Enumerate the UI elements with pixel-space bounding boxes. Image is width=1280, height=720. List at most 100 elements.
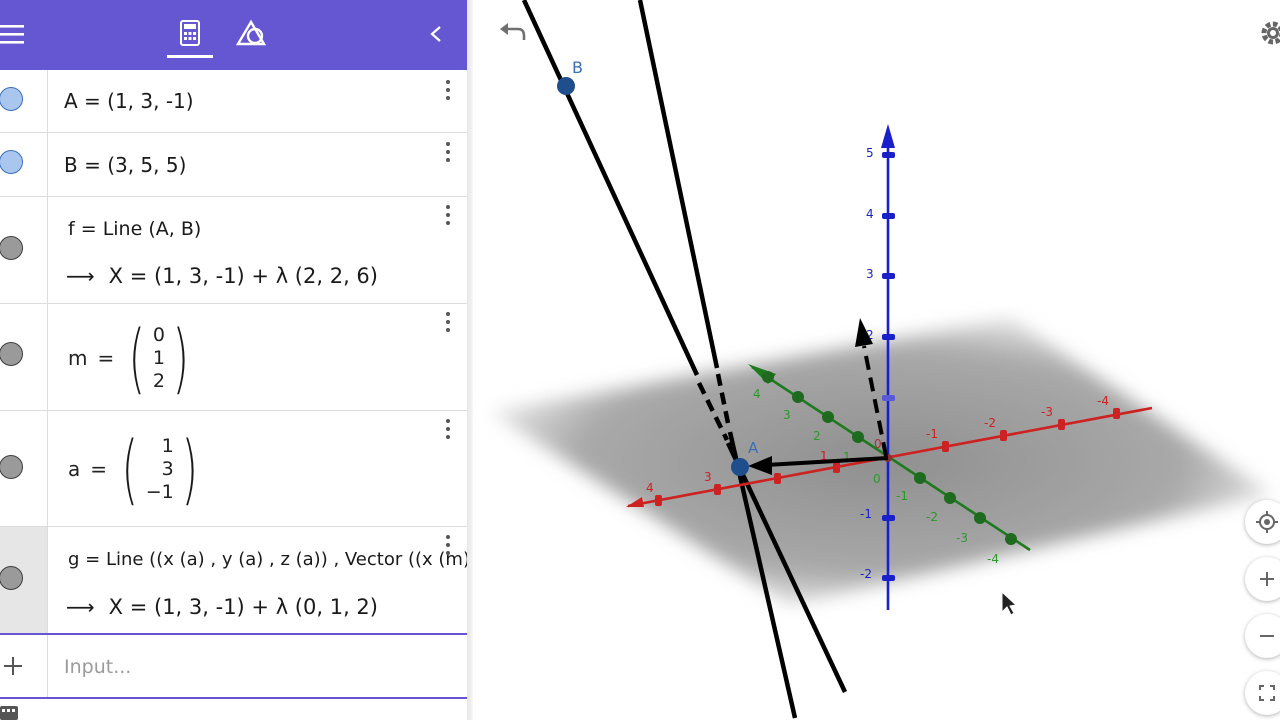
point-a[interactable] — [731, 458, 749, 476]
point-b[interactable] — [557, 77, 575, 95]
vector-m-expression[interactable]: m = ( 0 1 2 ) — [68, 320, 196, 396]
line-f[interactable] — [521, 0, 700, 376]
algebra-row-vector-a[interactable]: a = ( 1 3 −1 ) — [0, 411, 467, 527]
equals-sign: = — [90, 457, 108, 481]
vector-component: 3 — [161, 457, 174, 480]
vector-a-expression[interactable]: a = ( 1 3 −1 ) — [68, 431, 204, 507]
gear-icon[interactable] — [1258, 18, 1280, 48]
y-tick-label: -3 — [956, 531, 968, 545]
more-options-icon[interactable] — [441, 417, 455, 441]
undo-icon[interactable] — [498, 20, 528, 46]
point-a-label: A — [748, 439, 759, 457]
plus-icon[interactable] — [2, 655, 24, 677]
target-icon — [1256, 511, 1278, 533]
visibility-toggle[interactable] — [0, 566, 23, 590]
tools-icon[interactable] — [234, 14, 270, 54]
z-tick-label: -2 — [860, 567, 872, 581]
algebra-row-vector-m[interactable]: m = ( 0 1 2 ) — [0, 304, 467, 411]
z-axis-arrow — [881, 124, 895, 148]
x-tick-label: -1 — [926, 427, 938, 441]
line-f-output: ⟶ X = (1, 3, -1) + λ (2, 2, 6) — [66, 264, 378, 288]
chevron-left-icon[interactable] — [424, 20, 448, 48]
more-options-icon[interactable] — [441, 140, 455, 164]
x-tick-label: 4 — [646, 481, 654, 495]
vector-components: 0 1 2 — [152, 324, 166, 393]
more-options-icon[interactable] — [441, 78, 455, 102]
line-g-equation: X = (1, 3, -1) + λ (0, 1, 2) — [108, 595, 378, 619]
point-b-label: B — [572, 58, 583, 77]
z-tick-label: 4 — [866, 207, 874, 221]
marble-cell — [0, 70, 48, 132]
point-b-expression[interactable]: B = (3, 5, 5) — [64, 153, 186, 177]
fullscreen-button[interactable] — [1245, 671, 1280, 715]
right-paren: ) — [181, 424, 198, 513]
x-tick-label: -3 — [1041, 405, 1053, 419]
zoom-in-icon — [1260, 572, 1274, 586]
vector-component: −1 — [145, 480, 174, 503]
vector-component: 0 — [152, 323, 165, 346]
menu-icon[interactable] — [0, 22, 24, 46]
point-a-expression[interactable]: A = (1, 3, -1) — [64, 89, 194, 113]
z-tick-label: 3 — [866, 267, 874, 281]
marble-cell — [0, 635, 48, 697]
keyboard-icon[interactable] — [0, 704, 20, 720]
algebra-row-point-a[interactable]: A = (1, 3, -1) — [0, 70, 467, 133]
x-tick-label: -4 — [1097, 394, 1109, 408]
z-tick-label: 5 — [866, 146, 874, 160]
more-options-icon[interactable] — [441, 203, 455, 227]
input-row[interactable] — [0, 633, 467, 699]
y-tick-label: 2 — [813, 429, 821, 443]
y-tick-label: 3 — [783, 408, 791, 422]
y-tick-label: -1 — [896, 489, 908, 503]
vector-name: m — [68, 346, 88, 370]
x-tick-label: -2 — [984, 416, 996, 430]
algebra-row-point-b[interactable]: B = (3, 5, 5) — [0, 133, 467, 197]
calculator-icon[interactable] — [167, 12, 213, 58]
marble-cell — [0, 411, 48, 526]
active-tab-indicator — [167, 55, 213, 58]
line-g-output: ⟶ X = (1, 3, -1) + λ (0, 1, 2) — [66, 595, 378, 619]
y-tick-label: -2 — [926, 510, 938, 524]
right-paren: ) — [172, 313, 189, 402]
y-tick-label: -4 — [987, 552, 999, 566]
origin-label: 0 — [873, 472, 881, 486]
zoom-in-button[interactable] — [1245, 557, 1280, 601]
marble-cell — [0, 304, 48, 410]
equals-sign: = — [97, 346, 115, 370]
visibility-toggle[interactable] — [0, 236, 23, 260]
algebra-row-line-f[interactable]: f = Line (A, B) ⟶ X = (1, 3, -1) + λ (2, … — [0, 197, 467, 304]
output-arrow-icon: ⟶ — [66, 264, 95, 288]
line-f-equation: X = (1, 3, -1) + λ (2, 2, 6) — [108, 264, 378, 288]
vector-name: a — [68, 457, 81, 481]
visibility-toggle[interactable] — [0, 150, 23, 174]
marble-cell — [0, 197, 48, 303]
algebra-panel: A = (1, 3, -1) B = (3, 5, 5) f = Line (A… — [0, 0, 467, 720]
marble-cell — [0, 133, 48, 196]
x-tick-label: 3 — [704, 470, 712, 484]
algebra-input-field[interactable] — [64, 653, 444, 681]
visibility-toggle[interactable] — [0, 87, 23, 111]
visibility-toggle[interactable] — [0, 455, 23, 479]
line-f-definition[interactable]: f = Line (A, B) — [68, 218, 201, 240]
y-tick-label: 4 — [753, 387, 761, 401]
xy-plane — [490, 318, 1272, 605]
left-paren: ( — [121, 424, 139, 513]
z-tick-label: -1 — [860, 507, 872, 521]
more-options-icon[interactable] — [441, 310, 455, 334]
line-g[interactable] — [637, 0, 720, 369]
marble-cell — [0, 527, 48, 633]
line-g-definition[interactable]: g = Line ((x (a) , y (a) , z (a)) , Vect… — [68, 549, 467, 570]
left-paren: ( — [128, 313, 146, 402]
graphics-3d-view[interactable]: 4 3 2 1 -1 -2 -3 -4 5 4 3 2 -1 -2 — [473, 0, 1280, 720]
zoom-out-icon — [1260, 635, 1274, 637]
mouse-cursor-icon — [1001, 590, 1018, 616]
vector-component: 1 — [161, 434, 174, 457]
origin-label: 0 — [874, 437, 882, 451]
zoom-out-button[interactable] — [1245, 614, 1280, 658]
visibility-toggle[interactable] — [0, 342, 23, 366]
output-arrow-icon: ⟶ — [66, 595, 95, 619]
3d-scene[interactable]: 4 3 2 1 -1 -2 -3 -4 5 4 3 2 -1 -2 — [473, 0, 1280, 720]
algebra-row-line-g[interactable]: g = Line ((x (a) , y (a) , z (a)) , Vect… — [0, 527, 467, 633]
more-options-icon[interactable] — [441, 533, 455, 557]
standard-view-button[interactable] — [1245, 500, 1280, 544]
